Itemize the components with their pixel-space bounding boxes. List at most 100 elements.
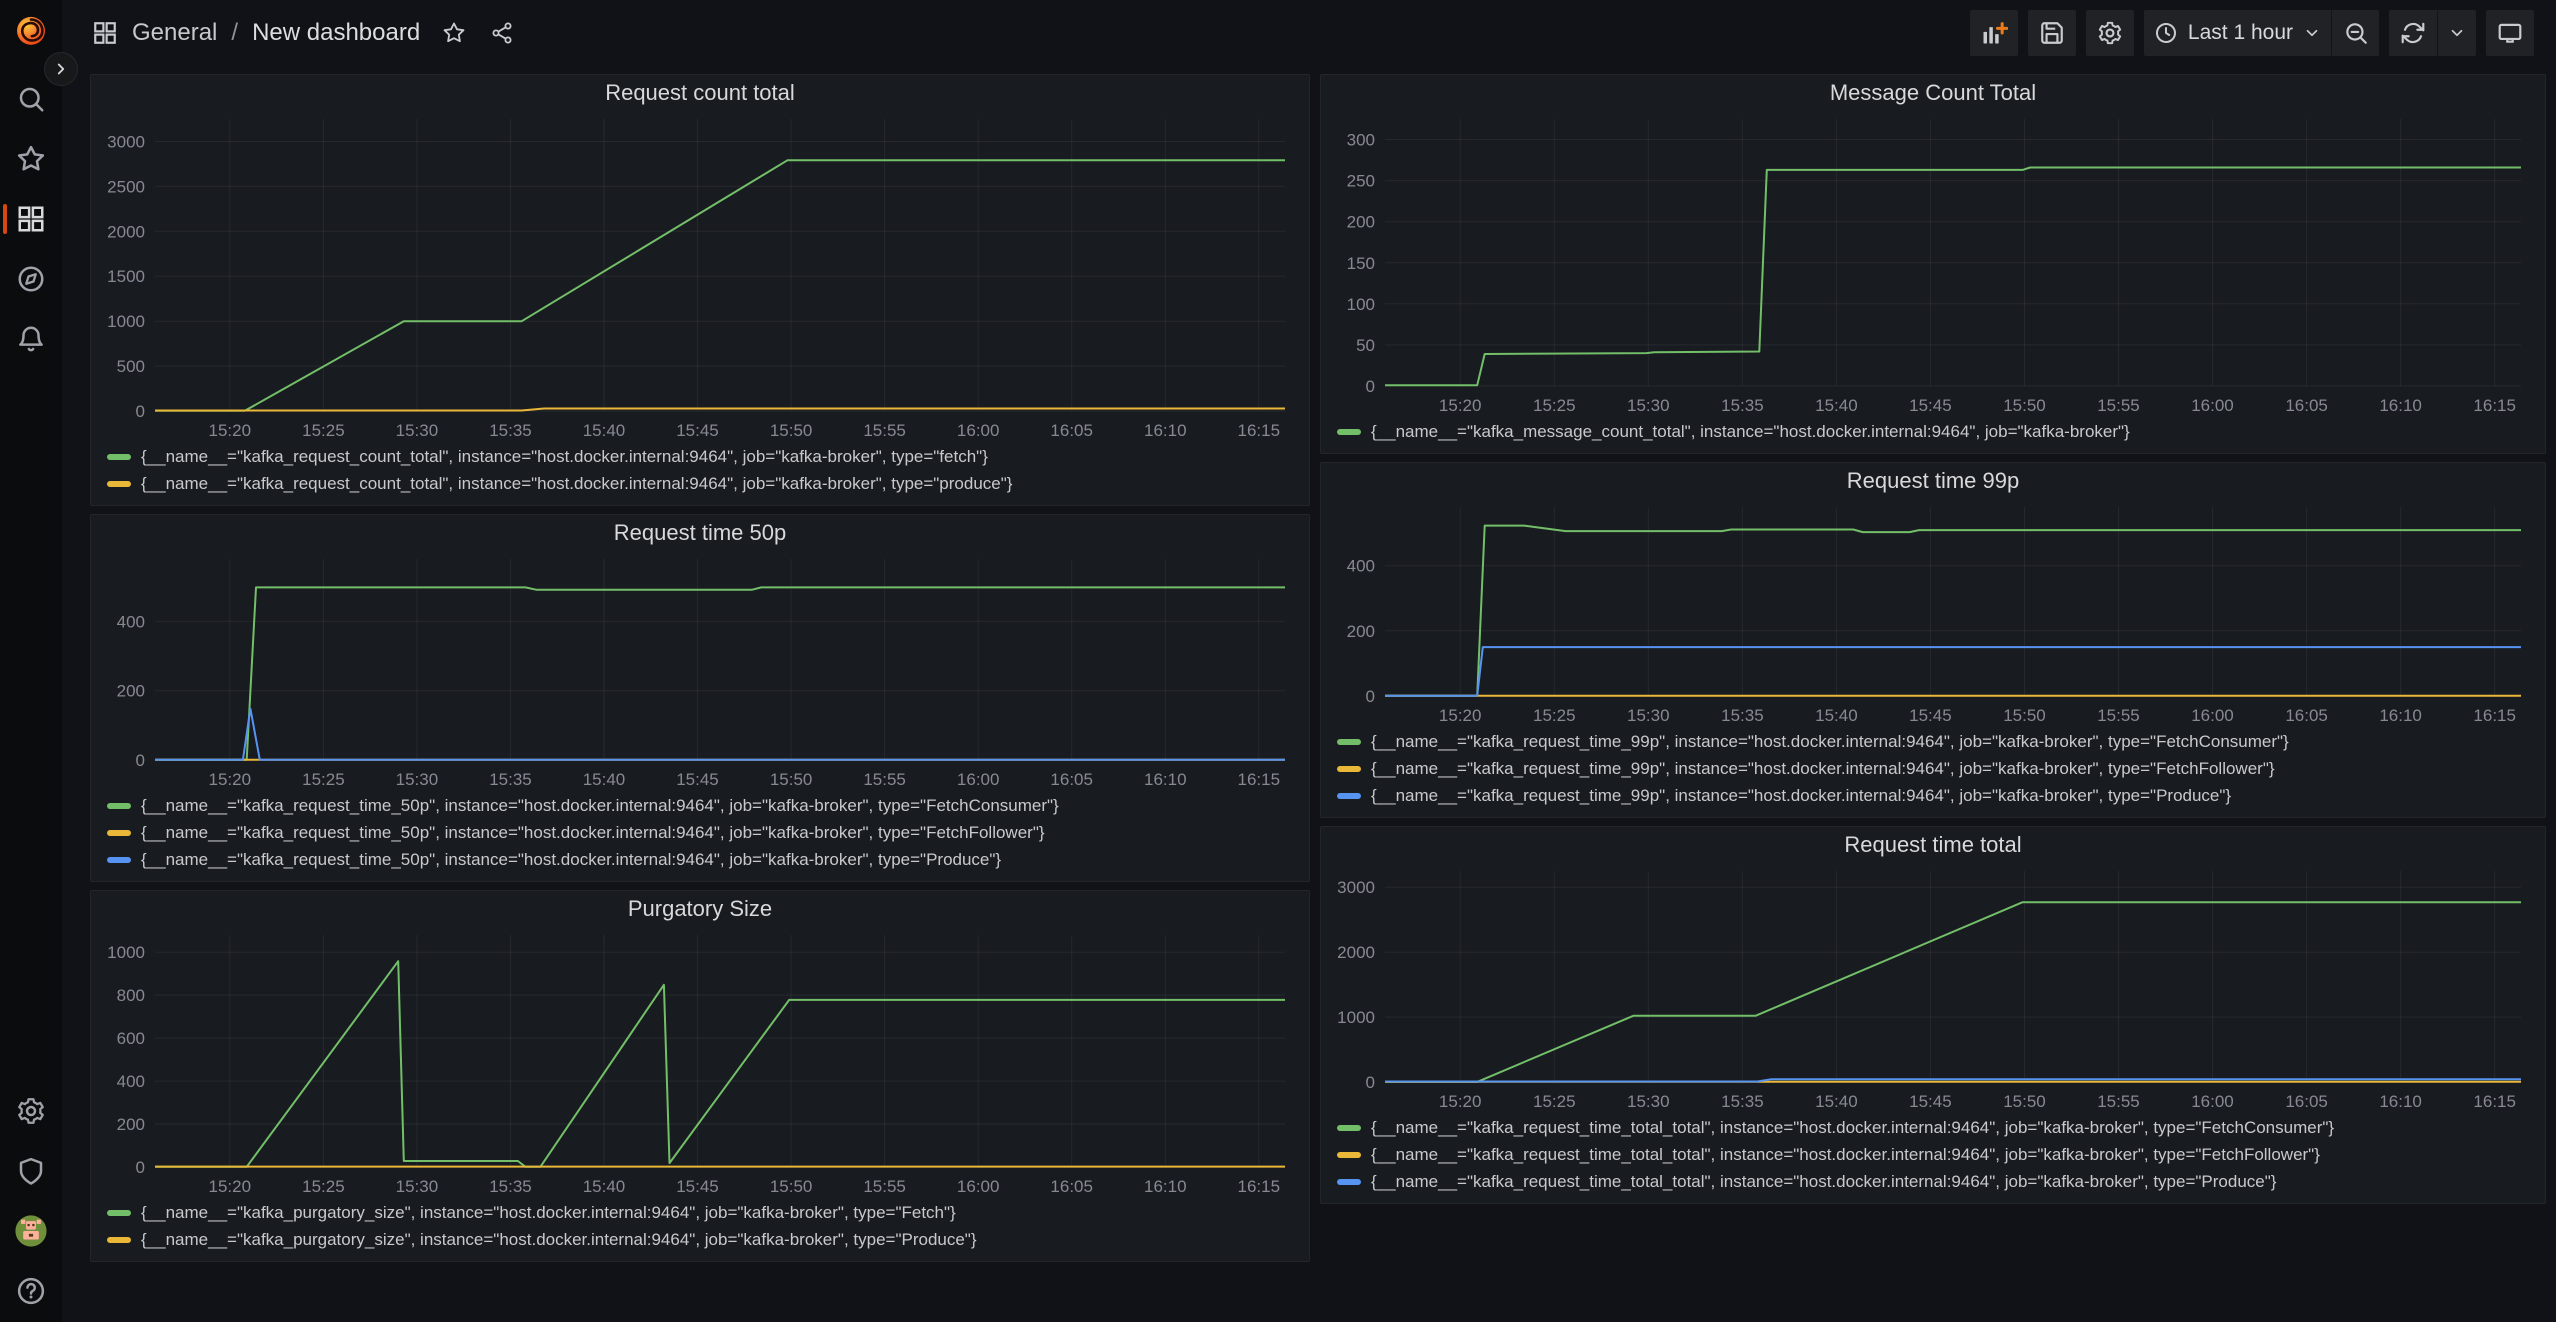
apps-icon	[92, 20, 118, 46]
sidebar-item-configuration[interactable]	[9, 1090, 53, 1132]
series-color-swatch	[1337, 1179, 1361, 1185]
panel-header[interactable]: Request time 99p	[1321, 463, 2545, 499]
svg-text:15:35: 15:35	[1721, 396, 1764, 415]
refresh-interval-dropdown[interactable]	[2437, 10, 2476, 56]
time-range-button[interactable]: Last 1 hour	[2144, 10, 2331, 56]
svg-text:15:40: 15:40	[1815, 1092, 1858, 1111]
dashboard-column-right: Message Count Total 15:2015:2515:3015:35…	[1320, 74, 2546, 1204]
favorite-dashboard-button[interactable]	[442, 21, 466, 45]
time-series-plot[interactable]: 15:2015:2515:3015:3515:4015:4515:5015:55…	[97, 927, 1301, 1197]
svg-text:15:40: 15:40	[1815, 706, 1858, 725]
legend-item[interactable]: {__name__="kafka_purgatory_size", instan…	[107, 1226, 1309, 1253]
svg-text:600: 600	[117, 1029, 145, 1048]
svg-text:15:30: 15:30	[1627, 706, 1670, 725]
time-series-plot[interactable]: 15:2015:2515:3015:3515:4015:4515:5015:55…	[1327, 499, 2537, 726]
panel-header[interactable]: Purgatory Size	[91, 891, 1309, 927]
svg-text:15:50: 15:50	[770, 770, 813, 789]
zoom-out-button[interactable]	[2331, 10, 2379, 56]
legend-item[interactable]: {__name__="kafka_request_time_total_tota…	[1337, 1141, 2545, 1168]
panel-header[interactable]: Request count total	[91, 75, 1309, 111]
panel-title: Message Count Total	[1830, 80, 2036, 106]
svg-text:16:05: 16:05	[2285, 1092, 2328, 1111]
legend-item[interactable]: {__name__="kafka_request_time_99p", inst…	[1337, 782, 2545, 809]
svg-text:15:55: 15:55	[2097, 396, 2140, 415]
svg-text:150: 150	[1347, 254, 1375, 273]
legend-item[interactable]: {__name__="kafka_message_count_total", i…	[1337, 418, 2545, 445]
svg-text:0: 0	[136, 751, 145, 770]
legend-label: {__name__="kafka_request_time_total_tota…	[1371, 1172, 2276, 1192]
sidebar-item-explore[interactable]	[9, 258, 53, 300]
user-avatar	[14, 1214, 48, 1248]
series-color-swatch	[1337, 766, 1361, 772]
legend-item[interactable]: {__name__="kafka_request_time_99p", inst…	[1337, 728, 2545, 755]
time-series-plot[interactable]: 15:2015:2515:3015:3515:4015:4515:5015:55…	[97, 111, 1301, 441]
panel-title: Purgatory Size	[628, 896, 772, 922]
panel-header[interactable]: Message Count Total	[1321, 75, 2545, 111]
svg-text:15:35: 15:35	[489, 421, 532, 440]
refresh-button[interactable]	[2389, 10, 2437, 56]
legend: {__name__="kafka_request_time_50p", inst…	[91, 790, 1309, 875]
svg-text:15:45: 15:45	[676, 1177, 719, 1196]
svg-text:15:25: 15:25	[302, 1177, 345, 1196]
legend-item[interactable]: {__name__="kafka_request_time_total_tota…	[1337, 1114, 2545, 1141]
sidebar-item-alerting[interactable]	[9, 318, 53, 360]
legend-label: {__name__="kafka_purgatory_size", instan…	[141, 1203, 956, 1223]
panel-title: Request time 50p	[614, 520, 786, 546]
sidebar-expand-button[interactable]	[44, 52, 78, 86]
svg-text:16:10: 16:10	[2379, 706, 2422, 725]
series-color-swatch	[1337, 1152, 1361, 1158]
time-series-plot[interactable]: 15:2015:2515:3015:3515:4015:4515:5015:55…	[1327, 863, 2537, 1112]
toolbar-actions: Last 1 hour	[1970, 10, 2534, 56]
legend-item[interactable]: {__name__="kafka_request_count_total", i…	[107, 470, 1309, 497]
svg-text:15:20: 15:20	[1439, 706, 1482, 725]
series-color-swatch	[107, 454, 131, 460]
legend-item[interactable]: {__name__="kafka_request_time_total_tota…	[1337, 1168, 2545, 1195]
svg-text:16:05: 16:05	[1050, 421, 1093, 440]
dashboard-column-left: Request count total 15:2015:2515:3015:35…	[90, 74, 1310, 1262]
legend-item[interactable]: {__name__="kafka_request_time_50p", inst…	[107, 846, 1309, 873]
nav-sidebar	[0, 0, 62, 1322]
legend-item[interactable]: {__name__="kafka_purgatory_size", instan…	[107, 1199, 1309, 1226]
breadcrumb-section[interactable]: General	[132, 19, 217, 47]
svg-text:400: 400	[1347, 557, 1375, 576]
svg-text:3000: 3000	[107, 133, 145, 152]
series-color-swatch	[1337, 739, 1361, 745]
legend-item[interactable]: {__name__="kafka_request_time_99p", inst…	[1337, 755, 2545, 782]
svg-text:15:25: 15:25	[302, 421, 345, 440]
svg-text:15:40: 15:40	[1815, 396, 1858, 415]
svg-text:16:15: 16:15	[1238, 770, 1281, 789]
sidebar-item-help[interactable]	[9, 1270, 53, 1312]
legend: {__name__="kafka_request_time_total_tota…	[1321, 1112, 2545, 1197]
sidebar-item-starred[interactable]	[9, 138, 53, 180]
svg-text:1500: 1500	[107, 267, 145, 286]
time-series-plot[interactable]: 15:2015:2515:3015:3515:4015:4515:5015:55…	[1327, 111, 2537, 416]
share-dashboard-button[interactable]	[490, 21, 514, 45]
time-series-plot[interactable]: 15:2015:2515:3015:3515:4015:4515:5015:55…	[97, 551, 1301, 790]
panel-title: Request time 99p	[1847, 468, 2019, 494]
legend-label: {__name__="kafka_request_time_50p", inst…	[141, 850, 1001, 870]
add-panel-icon	[1980, 19, 2008, 47]
legend-item[interactable]: {__name__="kafka_request_time_50p", inst…	[107, 792, 1309, 819]
sidebar-item-server-admin[interactable]	[9, 1150, 53, 1192]
clock-icon	[2154, 21, 2178, 45]
legend-item[interactable]: {__name__="kafka_request_count_total", i…	[107, 443, 1309, 470]
svg-text:400: 400	[117, 1072, 145, 1091]
grafana-flame-icon	[10, 9, 52, 51]
grafana-logo[interactable]	[9, 8, 53, 52]
chart-area: 15:2015:2515:3015:3515:4015:4515:5015:55…	[1321, 863, 2545, 1112]
sidebar-item-search[interactable]	[9, 78, 53, 120]
svg-text:0: 0	[1366, 1073, 1375, 1092]
panel-header[interactable]: Request time total	[1321, 827, 2545, 863]
panel-header[interactable]: Request time 50p	[91, 515, 1309, 551]
add-panel-button[interactable]	[1970, 10, 2018, 56]
svg-text:15:20: 15:20	[1439, 1092, 1482, 1111]
svg-text:16:10: 16:10	[1144, 421, 1187, 440]
save-dashboard-button[interactable]	[2028, 10, 2076, 56]
legend-item[interactable]: {__name__="kafka_request_time_50p", inst…	[107, 819, 1309, 846]
sidebar-item-user-profile[interactable]	[9, 1210, 53, 1252]
cycle-view-mode-button[interactable]	[2486, 10, 2534, 56]
svg-text:500: 500	[117, 357, 145, 376]
svg-text:15:20: 15:20	[209, 770, 252, 789]
sidebar-item-dashboards[interactable]	[9, 198, 53, 240]
dashboard-settings-button[interactable]	[2086, 10, 2134, 56]
